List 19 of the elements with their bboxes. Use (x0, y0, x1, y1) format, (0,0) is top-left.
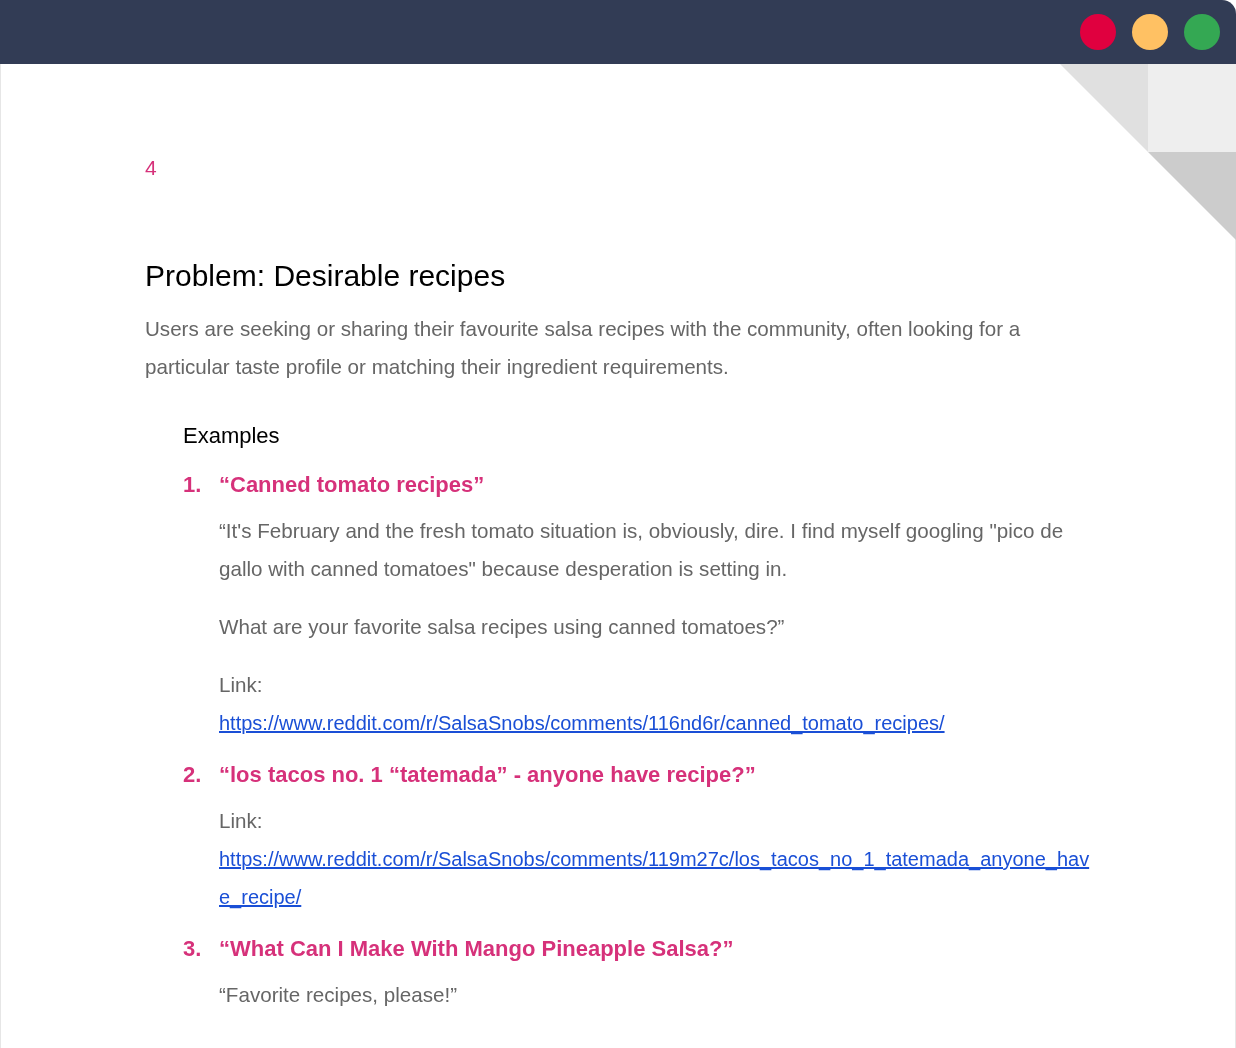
link-label: Link: (219, 808, 264, 834)
quote-paragraph: What are your favorite salsa recipes using canned tomatoes?” (219, 614, 786, 640)
link-label: Link: (219, 672, 264, 698)
list-number: 3. (183, 935, 203, 963)
quote-paragraph: “Favorite recipes, please!” (219, 982, 459, 1008)
reddit-link[interactable]: https://www.reddit.com/r/SalsaSnobs/comments/116nd6r/canned_tomato_recipes/ (219, 704, 945, 742)
section-title: Problem: Desirable recipes (145, 258, 507, 294)
example-title: “What Can I Make With Mango Pineapple Salsa?” (219, 935, 734, 963)
list-number: 1. (183, 471, 203, 499)
window-control-button[interactable] (1132, 14, 1168, 50)
intro-paragraph: Users are seeking or sharing their favourite salsa recipes with the community, often looking for a particular taste profile or matching their ingredient requirements. (145, 316, 1022, 380)
example-title: “los tacos no. 1 “tatemada” - anyone have recipe?” (219, 761, 756, 789)
reddit-link[interactable]: https://www.reddit.com/r/SalsaSnobs/comments/119m27c/los_tacos_no_1_tatemada_anyone_have_recipe/ (219, 840, 1091, 916)
quote-paragraph: “It's February and the fresh tomato situation is, obviously, dire. I find myself googling "pico de gallo with canned tomatoes" because desperation is setting in. (219, 518, 1065, 582)
window-control-button[interactable] (1184, 14, 1220, 50)
page-number: 4 (145, 156, 158, 180)
examples-heading: Examples (183, 422, 281, 450)
example-title: “Canned tomato recipes” (219, 471, 485, 499)
list-number: 2. (183, 761, 203, 789)
